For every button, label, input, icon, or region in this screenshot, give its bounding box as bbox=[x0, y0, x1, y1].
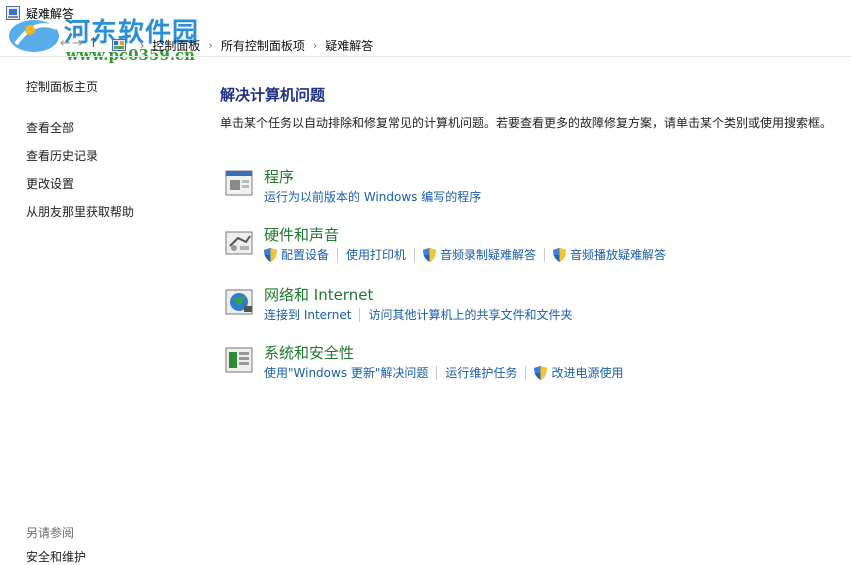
program-icon bbox=[225, 170, 253, 196]
sidebar-item-view-all[interactable]: 查看全部 bbox=[26, 119, 206, 136]
shield-icon bbox=[534, 365, 548, 380]
breadcrumb-troubleshooting[interactable]: 疑难解答 bbox=[325, 37, 373, 54]
breadcrumb: › 控制面板 › 所有控制面板项 › 疑难解答 bbox=[112, 36, 373, 54]
shield-icon bbox=[423, 247, 437, 262]
network-icon bbox=[225, 289, 253, 315]
link-windows-update[interactable]: 使用"Windows 更新"解决问题 bbox=[264, 364, 428, 381]
breadcrumb-all-items[interactable]: 所有控制面板项 bbox=[221, 37, 305, 54]
address-bar: ← → ↑ › 控制面板 › 所有控制面板项 › 疑难解答 bbox=[0, 32, 851, 57]
page-title: 解决计算机问题 bbox=[220, 86, 326, 104]
page-description: 单击某个任务以自动排除和修复常见的计算机问题。若要查看更多的故障修复方案，请单击… bbox=[220, 116, 833, 130]
shield-icon bbox=[264, 247, 277, 262]
link-power-usage[interactable]: 改进电源使用 bbox=[534, 364, 623, 381]
up-button[interactable]: ↑ bbox=[88, 36, 99, 51]
category-links-network: 连接到 Internet 访问其他计算机上的共享文件和文件夹 bbox=[264, 306, 572, 323]
sidebar-item-change-settings[interactable]: 更改设置 bbox=[26, 175, 206, 192]
see-also-security-maintenance[interactable]: 安全和维护 bbox=[26, 548, 86, 565]
sidebar-item-get-help[interactable]: 从朋友那里获取帮助 bbox=[26, 203, 206, 220]
category-title-system-security[interactable]: 系统和安全性 bbox=[264, 342, 354, 363]
system-security-icon bbox=[225, 347, 253, 373]
category-links-hardware-sound: 配置设备 使用打印机 音频录制疑难解答 音频播放疑难解答 bbox=[264, 246, 666, 263]
category-links-programs: 运行为以前版本的 Windows 编写的程序 bbox=[264, 188, 481, 205]
chevron-right-icon[interactable]: › bbox=[313, 39, 317, 52]
forward-button[interactable]: → bbox=[72, 36, 83, 51]
category-links-system-security: 使用"Windows 更新"解决问题 运行维护任务 改进电源使用 bbox=[264, 364, 623, 381]
main-content: 解决计算机问题 单击某个任务以自动排除和修复常见的计算机问题。若要查看更多的故障… bbox=[220, 84, 840, 380]
category-title-hardware-sound[interactable]: 硬件和声音 bbox=[264, 224, 339, 245]
link-audio-recording[interactable]: 音频录制疑难解答 bbox=[423, 246, 536, 263]
link-use-printer[interactable]: 使用打印机 bbox=[346, 246, 406, 263]
link-configure-device[interactable]: 配置设备 bbox=[264, 246, 329, 263]
back-button[interactable]: ← bbox=[60, 36, 71, 51]
link-maintenance-tasks[interactable]: 运行维护任务 bbox=[445, 364, 517, 381]
link-connect-internet[interactable]: 连接到 Internet bbox=[264, 306, 351, 323]
control-panel-icon bbox=[112, 39, 126, 51]
sidebar-item-home[interactable]: 控制面板主页 bbox=[26, 78, 206, 95]
chevron-right-icon[interactable]: › bbox=[208, 39, 212, 52]
link-shared-files[interactable]: 访问其他计算机上的共享文件和文件夹 bbox=[368, 306, 572, 323]
category-title-network[interactable]: 网络和 Internet bbox=[264, 284, 373, 305]
link-audio-playback[interactable]: 音频播放疑难解答 bbox=[553, 246, 666, 263]
breadcrumb-control-panel[interactable]: 控制面板 bbox=[152, 37, 200, 54]
shield-icon bbox=[553, 247, 567, 262]
sidebar-item-history[interactable]: 查看历史记录 bbox=[26, 147, 206, 164]
see-also-heading: 另请参阅 bbox=[26, 526, 75, 540]
link-run-older-programs[interactable]: 运行为以前版本的 Windows 编写的程序 bbox=[264, 188, 481, 205]
chevron-right-icon: › bbox=[140, 38, 145, 52]
category-title-programs[interactable]: 程序 bbox=[264, 166, 294, 187]
hardware-sound-icon bbox=[225, 231, 253, 255]
sidebar: 控制面板主页 查看全部 查看历史记录 更改设置 从朋友那里获取帮助 bbox=[26, 78, 206, 231]
